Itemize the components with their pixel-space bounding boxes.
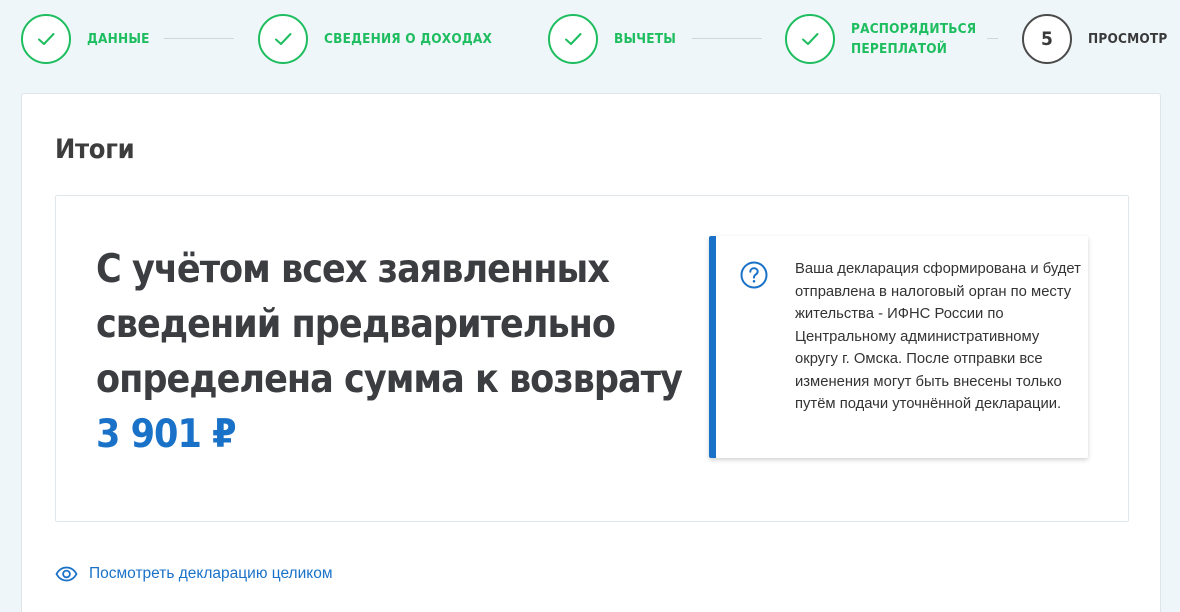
refund-amount: 3 901 ₽ [96, 412, 236, 457]
step-connector [164, 38, 234, 39]
refund-result: С учётом всех заявленных сведений предва… [96, 242, 696, 462]
step-label: Просмотр [1088, 31, 1168, 47]
view-full-declaration-label: Посмотреть декларацию целиком [89, 565, 333, 582]
page-title: Итоги [55, 134, 135, 165]
info-notice: Ваша декларация сформирована и будет отп… [709, 236, 1088, 458]
step-label: Данные [87, 31, 150, 47]
result-panel: С учётом всех заявленных сведений предва… [55, 195, 1129, 522]
summary-card: Итоги С учётом всех заявленных сведений … [21, 93, 1161, 612]
step-data[interactable]: Данные [21, 13, 150, 65]
step-done-circle [548, 14, 598, 64]
question-circle-icon[interactable] [739, 260, 769, 290]
progress-stepper: Данные Сведения о доходах Вычеты Распоря… [0, 0, 1180, 80]
checkmark-icon [38, 33, 55, 45]
eye-icon [55, 566, 78, 582]
checkmark-icon [275, 33, 292, 45]
step-label: Вычеты [614, 31, 677, 47]
step-deductions[interactable]: Вычеты [548, 13, 676, 65]
step-connector [987, 38, 998, 39]
step-review: 5 Просмотр [1022, 13, 1168, 65]
step-done-circle [21, 14, 71, 64]
view-full-declaration-link[interactable]: Посмотреть декларацию целиком [55, 565, 333, 583]
step-connector [692, 38, 762, 39]
step-income[interactable]: Сведения о доходах [258, 13, 492, 65]
step-label: Сведения о доходах [324, 31, 493, 47]
step-overpayment[interactable]: Распорядиться переплатой [785, 13, 977, 65]
info-notice-text: Ваша декларация сформирована и будет отп… [795, 261, 1081, 412]
step-done-circle [785, 14, 835, 64]
refund-result-text: С учётом всех заявленных сведений предва… [96, 247, 683, 402]
step-done-circle [258, 14, 308, 64]
checkmark-icon [565, 33, 582, 45]
step-label: Распорядиться переплатой [851, 21, 977, 57]
checkmark-icon [802, 33, 819, 45]
step-current-circle: 5 [1022, 14, 1072, 64]
